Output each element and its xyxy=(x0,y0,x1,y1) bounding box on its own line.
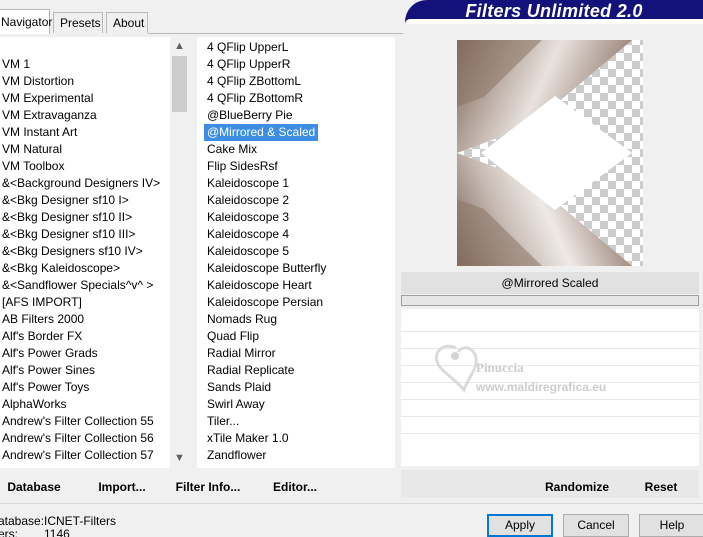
database-value: ICNET-Filters xyxy=(44,514,116,528)
filter-item[interactable]: Radial Mirror xyxy=(207,345,276,362)
filter-item[interactable]: Sands Plaid xyxy=(207,379,271,396)
cancel-button[interactable]: Cancel xyxy=(563,514,629,537)
category-item[interactable]: VM Distortion xyxy=(2,73,74,90)
filter-info-button[interactable]: Filter Info... xyxy=(172,476,244,498)
randomize-button[interactable]: Randomize xyxy=(538,476,616,498)
filter-item[interactable]: Tiler... xyxy=(207,413,239,430)
progress-bar xyxy=(401,295,699,306)
filter-item[interactable]: Swirl Away xyxy=(207,396,265,413)
filter-item[interactable]: Flip SidesRsf xyxy=(207,158,278,175)
category-item[interactable]: &<Bkg Designer sf10 II> xyxy=(2,209,132,226)
filter-item[interactable]: 4 QFlip UpperR xyxy=(207,56,290,73)
filter-item[interactable]: Kaleidoscope 1 xyxy=(207,175,289,192)
selected-filter-name: @Mirrored Scaled xyxy=(401,272,699,294)
filter-item[interactable]: Kaleidoscope Heart xyxy=(207,277,312,294)
watermark-url: www.maldiregrafica.eu xyxy=(476,380,607,394)
category-item[interactable]: &<Bkg Designers sf10 IV> xyxy=(2,243,143,260)
status-divider xyxy=(0,503,703,504)
editor-button[interactable]: Editor... xyxy=(270,476,320,498)
filter-item[interactable]: Kaleidoscope 4 xyxy=(207,226,289,243)
reset-button[interactable]: Reset xyxy=(636,476,686,498)
category-item[interactable]: Andrew's Filter Collection 57 xyxy=(2,447,154,464)
category-item[interactable]: &<Background Designers IV> xyxy=(2,175,160,192)
filter-item[interactable]: @Mirrored & Scaled xyxy=(204,124,319,141)
chevron-up-icon[interactable]: ▲ xyxy=(170,38,189,55)
filter-item[interactable]: 4 QFlip ZBottomL xyxy=(207,73,301,90)
filter-item[interactable]: Quad Flip xyxy=(207,328,259,345)
filter-item[interactable]: @BlueBerry Pie xyxy=(207,107,293,124)
filter-item[interactable]: Kaleidoscope 5 xyxy=(207,243,289,260)
import-button[interactable]: Import... xyxy=(92,476,152,498)
category-item[interactable]: VM 1 xyxy=(2,56,30,73)
title-banner: Filters Unlimited 2.0 xyxy=(405,0,703,24)
category-item[interactable]: &<Sandflower Specials^v^ > xyxy=(2,277,153,294)
category-item[interactable]: &<Bkg Designer sf10 III> xyxy=(2,226,135,243)
filters-count-value: 1146 xyxy=(44,527,70,537)
help-button[interactable]: Help xyxy=(639,514,703,537)
preview-image xyxy=(457,40,643,266)
filter-item[interactable]: Radial Replicate xyxy=(207,362,294,379)
category-item[interactable]: &<Bkg Kaleidoscope> xyxy=(2,260,120,277)
category-item[interactable]: AB Filters 2000 xyxy=(2,311,84,328)
category-item[interactable]: VM Extravaganza xyxy=(2,107,97,124)
category-item[interactable]: VM Experimental xyxy=(2,90,93,107)
watermark-name: Pinuccia xyxy=(476,360,524,375)
filter-item[interactable]: Kaleidoscope Butterfly xyxy=(207,260,326,277)
category-item[interactable]: Alf's Power Sines xyxy=(2,362,95,379)
filter-item[interactable]: Kaleidoscope 3 xyxy=(207,209,289,226)
filter-item[interactable]: xTile Maker 1.0 xyxy=(207,430,289,447)
category-item[interactable]: [AFS IMPORT] xyxy=(2,294,82,311)
watermark: Pinuccia www.maldiregrafica.eu xyxy=(428,338,658,402)
tab-navigator[interactable]: Navigator xyxy=(0,9,52,34)
category-item[interactable]: AlphaWorks xyxy=(2,396,66,413)
filter-item[interactable]: Cake Mix xyxy=(207,141,257,158)
filter-item[interactable]: Zandflower xyxy=(207,447,266,464)
tab-about[interactable]: About xyxy=(106,12,148,33)
category-item[interactable]: VM Instant Art xyxy=(2,124,77,141)
category-item[interactable]: Alf's Border FX xyxy=(2,328,82,345)
filter-item[interactable]: 4 QFlip ZBottomR xyxy=(207,90,303,107)
category-item[interactable]: VM Toolbox xyxy=(2,158,64,175)
filter-item[interactable]: Kaleidoscope 2 xyxy=(207,192,289,209)
tab-presets[interactable]: Presets xyxy=(53,12,103,33)
filter-list[interactable]: 4 QFlip UpperL 4 QFlip UpperR 4 QFlip ZBot… xyxy=(197,37,395,468)
filter-item[interactable]: Nomads Rug xyxy=(207,311,277,328)
preview-area xyxy=(400,37,703,269)
filters-count-label: ers: xyxy=(0,527,19,537)
filter-item[interactable]: Kaleidoscope Persian xyxy=(207,294,323,311)
scrollbar-thumb[interactable] xyxy=(172,56,187,112)
database-button[interactable]: Database xyxy=(2,476,66,498)
database-label: atabase: xyxy=(0,514,45,528)
category-item[interactable]: Alf's Power Toys xyxy=(2,379,89,396)
app-title: Filters Unlimited 2.0 xyxy=(465,1,643,21)
category-item[interactable]: Andrew's Filter Collection 55 xyxy=(2,413,154,430)
apply-button[interactable]: Apply xyxy=(487,514,553,537)
category-item[interactable]: Alf's Power Grads xyxy=(2,345,98,362)
category-list[interactable]: VM 1 VM Distortion VM Experimental VM Extra… xyxy=(0,37,170,468)
category-item[interactable]: Andrew's Filter Collection 56 xyxy=(2,430,154,447)
chevron-down-icon[interactable]: ▼ xyxy=(170,450,189,467)
category-item[interactable]: &<Bkg Designer sf10 I> xyxy=(2,192,129,209)
category-item[interactable]: VM Natural xyxy=(2,141,62,158)
tab-strip-border xyxy=(148,33,403,34)
filter-item[interactable]: 4 QFlip UpperL xyxy=(207,39,288,56)
category-scrollbar[interactable]: ▲ ▼ xyxy=(170,37,189,468)
